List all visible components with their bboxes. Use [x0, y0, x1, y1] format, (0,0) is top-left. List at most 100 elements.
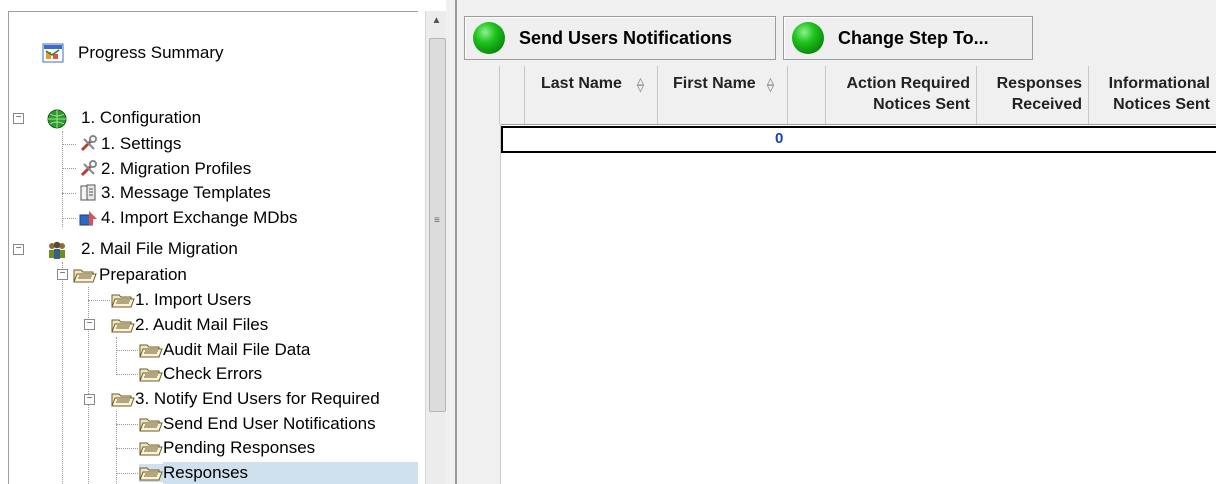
- column-header-action-required[interactable]: Action Required Notices Sent: [826, 66, 977, 124]
- tree-item-label: Audit Mail File Data: [163, 340, 311, 359]
- tree-line: [116, 337, 117, 375]
- button-label: Send Users Notifications: [519, 27, 733, 48]
- people-icon: [46, 240, 68, 259]
- table-row[interactable]: 0: [501, 126, 1216, 153]
- tree-item-audit-mail-file-data[interactable]: Audit Mail File Data: [139, 338, 310, 362]
- row-header-corner: [458, 66, 500, 124]
- tree-item-label: Responses: [163, 462, 418, 484]
- tree-item-settings[interactable]: 1. Settings: [79, 132, 181, 156]
- tree-line: [116, 448, 138, 449]
- tree-item-preparation[interactable]: Preparation: [73, 263, 187, 287]
- tree-line: [116, 350, 138, 351]
- row-count-value: 0: [775, 130, 784, 147]
- tree-item-label: 3. Notify End Users for Required: [135, 389, 380, 408]
- tree-item-label: Preparation: [99, 265, 187, 284]
- indicator-column-header: [500, 66, 525, 124]
- main-content-pane: Send Users Notifications Change Step To.…: [458, 0, 1216, 484]
- tree-line: [88, 287, 89, 484]
- tree-item-message-templates[interactable]: 3. Message Templates: [79, 181, 271, 205]
- column-header-first-name[interactable]: First Name △ ▽: [658, 66, 788, 124]
- tree-line: [116, 424, 138, 425]
- wrench-icon: [79, 160, 99, 178]
- collapse-configuration-toggle[interactable]: −: [13, 113, 24, 124]
- pane-splitter[interactable]: [446, 0, 458, 484]
- green-status-icon: [473, 22, 505, 54]
- change-step-button[interactable]: Change Step To...: [783, 16, 1033, 60]
- tree-item-label: Progress Summary: [78, 43, 224, 62]
- wrench-icon: [79, 135, 99, 153]
- tree-item-audit-mail-files[interactable]: 2. Audit Mail Files: [111, 313, 268, 337]
- header-line-1: Informational: [1108, 75, 1210, 92]
- tree-vertical-scrollbar[interactable]: ▲ ≡: [425, 11, 446, 484]
- tree-item-label: 1. Import Users: [135, 290, 252, 309]
- column-header-label: Responses Received: [997, 73, 1082, 115]
- folder-icon: [139, 341, 163, 359]
- tree-line: [62, 144, 76, 145]
- tree-item-label: 3. Message Templates: [101, 183, 271, 202]
- tree-item-mail-file-migration[interactable]: 2. Mail File Migration: [46, 237, 238, 261]
- tree-line: [116, 473, 138, 474]
- collapse-audit-toggle[interactable]: −: [84, 319, 95, 330]
- tree-line: [88, 300, 110, 301]
- collapse-mail-migration-toggle[interactable]: −: [13, 244, 24, 255]
- toolbar: Send Users Notifications Change Step To.…: [458, 0, 1216, 66]
- tree-item-label: 1. Configuration: [81, 108, 202, 127]
- tree-item-send-end-user-notifications[interactable]: Send End User Notifications: [139, 412, 376, 436]
- tree-item-migration-profiles[interactable]: 2. Migration Profiles: [79, 157, 251, 181]
- folder-icon: [111, 291, 135, 309]
- tree-item-label: 4. Import Exchange MDbs: [101, 208, 298, 227]
- folder-icon: [139, 439, 163, 457]
- column-header-blank[interactable]: [788, 66, 826, 124]
- tree-line: [62, 131, 63, 227]
- tree-line: [62, 168, 76, 169]
- tree-item-label: Send End User Notifications: [163, 414, 376, 433]
- header-line-1: Responses: [996, 75, 1082, 92]
- column-header-label: First Name: [673, 75, 756, 92]
- scrollbar-thumb[interactable]: ≡: [429, 38, 446, 412]
- tree-item-label: 2. Migration Profiles: [101, 159, 252, 178]
- sort-arrows-icon[interactable]: △ ▽: [637, 77, 644, 93]
- header-line-2: Received: [1011, 96, 1082, 113]
- collapse-preparation-toggle[interactable]: −: [57, 269, 68, 280]
- collapse-notify-toggle[interactable]: −: [84, 394, 95, 405]
- folder-icon: [139, 464, 163, 482]
- column-header-responses-received[interactable]: Responses Received: [977, 66, 1089, 124]
- tree-item-responses[interactable]: Responses: [139, 461, 418, 484]
- progress-summary-icon: [42, 43, 64, 63]
- tree-item-import-exchange[interactable]: 4. Import Exchange MDbs: [79, 206, 298, 230]
- header-line-2: Notices Sent: [873, 96, 970, 113]
- tree-line: [116, 374, 138, 375]
- tree-line: [62, 193, 76, 194]
- button-label: Change Step To...: [838, 27, 989, 48]
- tree-item-notify-end-users[interactable]: 3. Notify End Users for Required: [111, 387, 380, 411]
- globe-icon: [46, 109, 68, 129]
- tree-border-top: [8, 11, 418, 12]
- tree-item-label: Check Errors: [163, 364, 263, 383]
- import-icon: [79, 209, 99, 227]
- folder-icon: [139, 365, 163, 383]
- column-header-label: Informational Notices Sent: [1109, 73, 1210, 115]
- column-header-last-name[interactable]: Last Name △ ▽: [525, 66, 658, 124]
- tree-item-pending-responses[interactable]: Pending Responses: [139, 436, 315, 460]
- folder-icon: [73, 266, 97, 284]
- tree-item-import-users[interactable]: 1. Import Users: [111, 288, 251, 312]
- tree-item-check-errors[interactable]: Check Errors: [139, 362, 262, 386]
- sort-arrows-icon[interactable]: △ ▽: [767, 77, 774, 93]
- folder-icon: [111, 390, 135, 408]
- tree-item-configuration[interactable]: 1. Configuration: [46, 106, 201, 130]
- splitter-edge: [455, 0, 457, 484]
- tree-item-progress-summary[interactable]: Progress Summary: [42, 41, 223, 65]
- column-header-label: Action Required Notices Sent: [846, 73, 970, 115]
- tree-item-label: 2. Audit Mail Files: [135, 315, 269, 334]
- folder-icon: [111, 316, 135, 334]
- tree-item-label: 1. Settings: [101, 134, 182, 153]
- send-users-notifications-button[interactable]: Send Users Notifications: [464, 16, 776, 60]
- tree-line: [62, 218, 76, 219]
- tree-border-left: [8, 11, 9, 484]
- row-header-column: [458, 124, 501, 484]
- scroll-up-arrow-icon[interactable]: ▲: [426, 11, 446, 31]
- column-header-informational[interactable]: Informational Notices Sent: [1089, 66, 1216, 124]
- navigation-tree-pane: − − − − − Progress Summary 1. Configurat…: [0, 0, 446, 484]
- templates-icon: [79, 184, 99, 202]
- tree-item-label: 2. Mail File Migration: [81, 239, 238, 258]
